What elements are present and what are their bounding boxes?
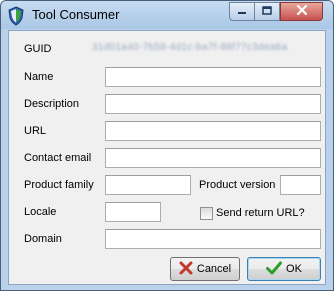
title-bar[interactable]: Tool Consumer: [1, 1, 333, 29]
guid-value: 31d01a40-7b58-4d1c-ba7f-88f77c3dea6a: [92, 42, 288, 53]
minimize-icon: [237, 6, 247, 18]
product-version-label: Product version: [199, 179, 276, 191]
domain-label: Domain: [24, 233, 62, 245]
maximize-icon: [262, 5, 272, 18]
tool-consumer-dialog: Tool Consumer GUID 31d01a40-7b58-4d1c-ba…: [0, 0, 334, 291]
form-panel: GUID 31d01a40-7b58-4d1c-ba7f-88f77c3dea6…: [8, 30, 326, 285]
shield-app-icon: [7, 6, 25, 26]
domain-input[interactable]: [105, 229, 321, 249]
url-input[interactable]: [105, 121, 321, 141]
send-return-url-label[interactable]: Send return URL?: [216, 207, 305, 219]
cancel-button[interactable]: Cancel: [170, 257, 240, 281]
close-button[interactable]: [280, 2, 323, 21]
guid-label: GUID: [24, 43, 52, 55]
locale-input[interactable]: [105, 202, 161, 222]
close-icon: [296, 4, 308, 18]
cancel-button-label: Cancel: [196, 263, 232, 275]
product-family-input[interactable]: [105, 175, 191, 195]
name-input[interactable]: [105, 67, 321, 87]
ok-button-label: OK: [286, 263, 302, 275]
name-label: Name: [24, 71, 54, 83]
minimize-button[interactable]: [229, 2, 255, 21]
locale-label: Locale: [24, 206, 57, 218]
product-version-input[interactable]: [280, 175, 321, 195]
product-family-label: Product family: [24, 179, 94, 191]
ok-button[interactable]: OK: [247, 257, 321, 281]
window-title: Tool Consumer: [32, 7, 120, 22]
cancel-x-icon: [179, 261, 193, 278]
send-return-url-checkbox[interactable]: [200, 207, 213, 220]
checkmark-icon: [266, 261, 283, 278]
contact-email-input[interactable]: [105, 148, 321, 168]
url-label: URL: [24, 125, 47, 137]
contact-email-label: Contact email: [24, 152, 92, 164]
description-input[interactable]: [105, 94, 321, 114]
maximize-button[interactable]: [254, 2, 280, 21]
description-label: Description: [24, 98, 80, 110]
